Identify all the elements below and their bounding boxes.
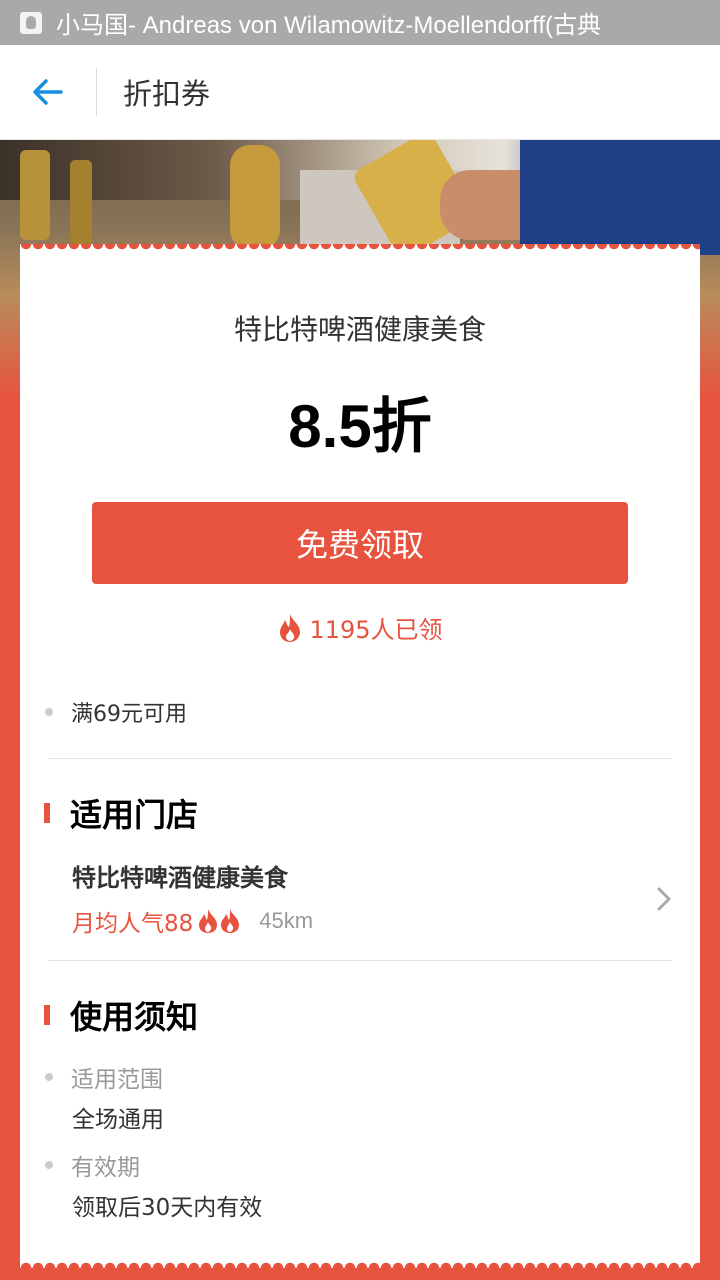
ticket-scallop-edge bbox=[20, 244, 700, 254]
notice-item-label: 适用范围 bbox=[71, 1067, 163, 1093]
heading-accent-bar bbox=[44, 1005, 50, 1025]
stores-heading-text: 适用门店 bbox=[70, 796, 199, 834]
app-header: 折扣券 bbox=[0, 45, 720, 140]
bullet-dot bbox=[45, 1073, 53, 1081]
section-divider bbox=[48, 960, 672, 961]
usage-condition-text: 满69元可用 bbox=[71, 702, 187, 727]
flame-icon bbox=[221, 909, 240, 933]
notice-item: 有效期 bbox=[45, 1148, 140, 1182]
header-divider bbox=[96, 68, 97, 116]
notice-item-value: 全场通用 bbox=[72, 1107, 164, 1133]
stores-heading: 适用门店 bbox=[44, 790, 198, 836]
notice-heading-text: 使用须知 bbox=[70, 998, 199, 1036]
coupon-card: 特比特啤酒健康美食 8.5折 免费领取 1195人已领 满69元可用 适用门店 … bbox=[20, 248, 700, 1263]
claimed-count-text: 1195人已领 bbox=[309, 616, 443, 644]
notification-title: 小马国- Andreas von Wilamowitz-Moellendorff… bbox=[56, 12, 602, 39]
chevron-right-icon[interactable] bbox=[652, 884, 676, 914]
bullet-dot bbox=[45, 1161, 53, 1169]
flame-icon bbox=[199, 909, 218, 933]
notice-item-value: 领取后30天内有效 bbox=[72, 1195, 263, 1221]
notice-item-label: 有效期 bbox=[71, 1155, 140, 1181]
claimed-count: 1195人已领 bbox=[20, 610, 700, 645]
store-meta: 月均人气88 45km bbox=[72, 904, 313, 938]
flame-icon bbox=[280, 613, 301, 642]
section-divider bbox=[48, 758, 672, 759]
coupon-shop-name: 特比特啤酒健康美食 bbox=[233, 313, 486, 346]
notice-item: 适用范围 bbox=[45, 1060, 163, 1094]
status-bar: 小马国- Andreas von Wilamowitz-Moellendorff… bbox=[0, 0, 720, 45]
store-distance: 45km bbox=[259, 908, 314, 933]
usage-condition: 满69元可用 bbox=[45, 696, 187, 728]
store-name[interactable]: 特比特啤酒健康美食 bbox=[72, 858, 288, 893]
page-title: 折扣券 bbox=[123, 77, 211, 111]
notice-heading: 使用须知 bbox=[44, 992, 198, 1038]
arrow-left-icon bbox=[33, 79, 63, 105]
discount-value: 8.5折 bbox=[288, 393, 432, 460]
heading-accent-bar bbox=[44, 803, 50, 823]
back-button[interactable] bbox=[0, 45, 96, 140]
bullet-dot bbox=[45, 708, 53, 716]
notification-app-icon bbox=[20, 11, 42, 34]
claim-free-button[interactable]: 免费领取 bbox=[92, 502, 628, 584]
ticket-scallop-edge bbox=[20, 1258, 700, 1268]
popularity-flames bbox=[197, 908, 241, 934]
store-popularity: 月均人气88 bbox=[72, 911, 194, 937]
